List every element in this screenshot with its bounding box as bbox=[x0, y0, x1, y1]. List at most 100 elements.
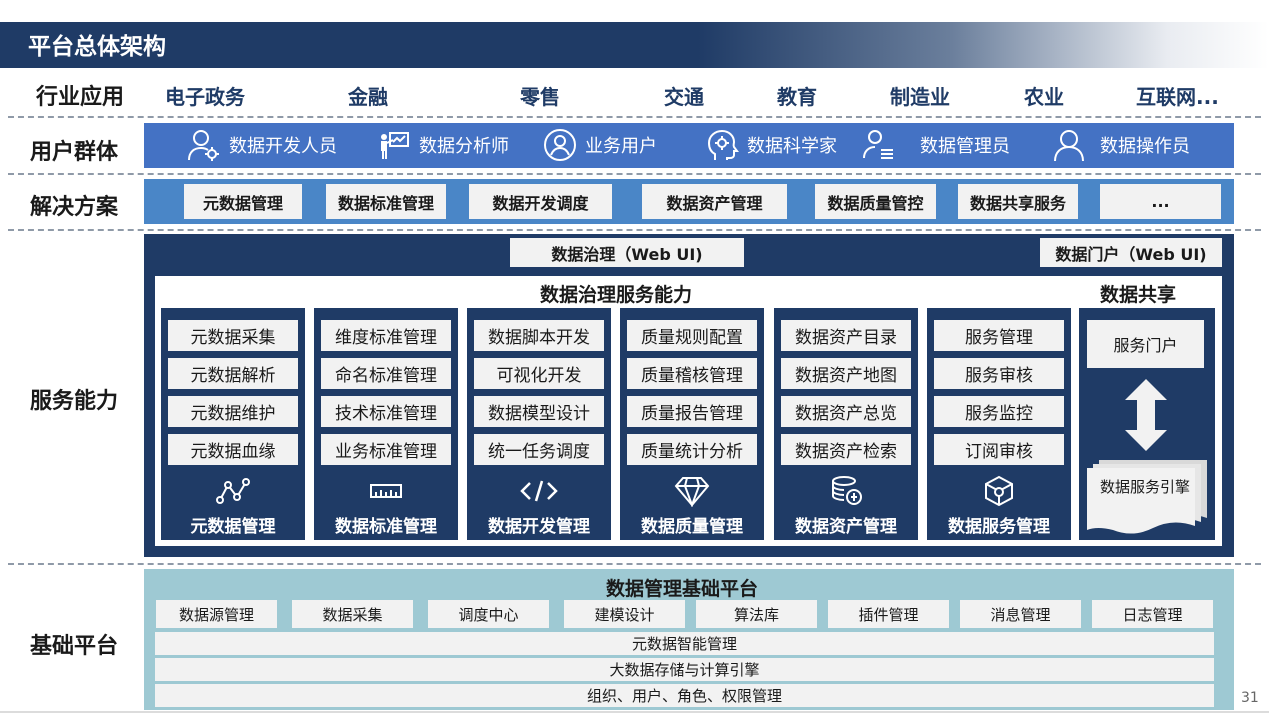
base-module: 日志管理 bbox=[1092, 600, 1213, 628]
row-label-service: 服务能力 bbox=[30, 389, 119, 414]
presenter-icon bbox=[381, 132, 409, 159]
service-column-development: 数据脚本开发 可视化开发 数据模型设计 统一任务调度 数据开发管理 bbox=[467, 308, 611, 540]
user-group-item: 数据管理员 bbox=[862, 128, 1010, 162]
title-bar bbox=[0, 22, 1269, 68]
page-number: 31 bbox=[1241, 690, 1259, 706]
base-module: 消息管理 bbox=[960, 600, 1081, 628]
graph-nodes-icon bbox=[161, 474, 305, 508]
base-module: 数据源管理 bbox=[156, 600, 277, 628]
title-accent bbox=[4, 22, 12, 68]
user-outline-icon bbox=[1054, 130, 1084, 162]
user-group-label: 业务用户 bbox=[585, 136, 657, 157]
share-title: 数据共享 bbox=[1100, 284, 1177, 306]
service-item: 元数据维护 bbox=[168, 396, 298, 427]
service-item: 命名标准管理 bbox=[321, 358, 451, 389]
row-label-users: 用户群体 bbox=[30, 140, 119, 165]
separator bbox=[8, 116, 1261, 118]
governance-title: 数据治理服务能力 bbox=[540, 284, 693, 306]
solution-item: 数据资产管理 bbox=[642, 184, 787, 219]
user-circle-icon bbox=[544, 129, 576, 161]
double-arrow-icon bbox=[1125, 379, 1167, 451]
service-item: 数据资产总览 bbox=[781, 396, 911, 427]
separator bbox=[8, 229, 1261, 231]
service-column-name: 数据服务管理 bbox=[948, 517, 1050, 537]
base-module: 插件管理 bbox=[828, 600, 949, 628]
service-column-standard: 维度标准管理 命名标准管理 技术标准管理 业务标准管理 数据标准管理 bbox=[314, 308, 458, 540]
industry-item: 教育 bbox=[777, 85, 817, 109]
service-item: 服务监控 bbox=[934, 396, 1064, 427]
service-portal: 服务门户 bbox=[1087, 320, 1204, 368]
user-group-label: 数据科学家 bbox=[747, 136, 837, 157]
base-module: 调度中心 bbox=[428, 600, 549, 628]
service-item: 服务管理 bbox=[934, 320, 1064, 351]
diamond-icon bbox=[620, 474, 764, 508]
cube-gear-icon bbox=[927, 474, 1071, 508]
base-strip: 组织、用户、角色、权限管理 bbox=[155, 684, 1214, 707]
user-group-item: 数据开发人员 bbox=[187, 128, 337, 162]
solution-item: 数据质量管控 bbox=[815, 184, 936, 219]
user-group-item: 业务用户 bbox=[543, 128, 657, 162]
user-group-item: 数据操作员 bbox=[1052, 128, 1190, 162]
service-item: 质量统计分析 bbox=[627, 434, 757, 465]
coin-stack-icon bbox=[774, 474, 918, 508]
webui-portal[interactable]: 数据门户（Web UI) bbox=[1040, 238, 1222, 267]
user-group-label: 数据操作员 bbox=[1100, 136, 1190, 157]
base-module: 算法库 bbox=[696, 600, 817, 628]
row-label-base: 基础平台 bbox=[30, 634, 119, 659]
data-share-column: 服务门户 数据服务引擎 bbox=[1079, 308, 1215, 540]
user-group-item: 数据分析师 bbox=[377, 128, 509, 162]
base-module: 数据采集 bbox=[292, 600, 413, 628]
base-strip: 大数据存储与计算引擎 bbox=[155, 658, 1214, 681]
service-item: 可视化开发 bbox=[474, 358, 604, 389]
service-column-name: 数据质量管理 bbox=[641, 517, 743, 537]
service-item: 数据模型设计 bbox=[474, 396, 604, 427]
separator bbox=[8, 563, 1261, 565]
service-item: 质量规则配置 bbox=[627, 320, 757, 351]
industry-item: 农业 bbox=[1024, 85, 1064, 109]
service-item: 统一任务调度 bbox=[474, 434, 604, 465]
service-item: 元数据解析 bbox=[168, 358, 298, 389]
base-strip: 元数据智能管理 bbox=[155, 632, 1214, 655]
solution-item: 数据标准管理 bbox=[326, 184, 446, 219]
service-column-asset: 数据资产目录 数据资产地图 数据资产总览 数据资产检索 数据资产管理 bbox=[774, 308, 918, 540]
base-platform-title: 数据管理基础平台 bbox=[606, 578, 759, 600]
solution-item: ... bbox=[1100, 184, 1221, 219]
service-item: 技术标准管理 bbox=[321, 396, 451, 427]
base-module: 建模设计 bbox=[564, 600, 685, 628]
service-item: 数据资产目录 bbox=[781, 320, 911, 351]
solution-item: 元数据管理 bbox=[184, 184, 302, 219]
service-item: 维度标准管理 bbox=[321, 320, 451, 351]
user-group-label: 数据管理员 bbox=[920, 136, 1010, 157]
row-label-industry: 行业应用 bbox=[36, 85, 125, 110]
webui-governance[interactable]: 数据治理（Web UI) bbox=[510, 238, 744, 267]
service-item: 数据资产检索 bbox=[781, 434, 911, 465]
industry-item: 制造业 bbox=[890, 85, 950, 109]
service-column-metadata: 元数据采集 元数据解析 元数据维护 元数据血缘 元数据管理 bbox=[161, 308, 305, 540]
service-item: 质量报告管理 bbox=[627, 396, 757, 427]
solution-item: 数据开发调度 bbox=[469, 184, 612, 219]
solution-item: 数据共享服务 bbox=[958, 184, 1078, 219]
user-group-label: 数据开发人员 bbox=[229, 136, 337, 157]
user-gear-icon bbox=[188, 130, 219, 161]
service-column-name: 数据开发管理 bbox=[488, 517, 590, 537]
service-item: 数据脚本开发 bbox=[474, 320, 604, 351]
head-gear-icon bbox=[707, 129, 739, 160]
row-label-solutions: 解决方案 bbox=[30, 195, 119, 220]
page-title: 平台总体架构 bbox=[28, 34, 166, 60]
code-icon bbox=[467, 474, 611, 508]
industry-item: 互联网... bbox=[1136, 85, 1219, 109]
service-item: 元数据血缘 bbox=[168, 434, 298, 465]
separator bbox=[8, 173, 1261, 175]
service-item: 数据资产地图 bbox=[781, 358, 911, 389]
user-list-icon bbox=[863, 130, 893, 159]
service-item: 元数据采集 bbox=[168, 320, 298, 351]
service-item: 订阅审核 bbox=[934, 434, 1064, 465]
service-item: 服务审核 bbox=[934, 358, 1064, 389]
industry-item: 交通 bbox=[664, 85, 704, 109]
service-column-name: 数据资产管理 bbox=[795, 517, 897, 537]
user-group-item: 数据科学家 bbox=[705, 128, 837, 162]
service-column-name: 元数据管理 bbox=[190, 517, 276, 537]
industry-item: 零售 bbox=[520, 85, 560, 109]
industry-item: 电子政务 bbox=[165, 85, 245, 109]
user-group-label: 数据分析师 bbox=[419, 136, 509, 157]
